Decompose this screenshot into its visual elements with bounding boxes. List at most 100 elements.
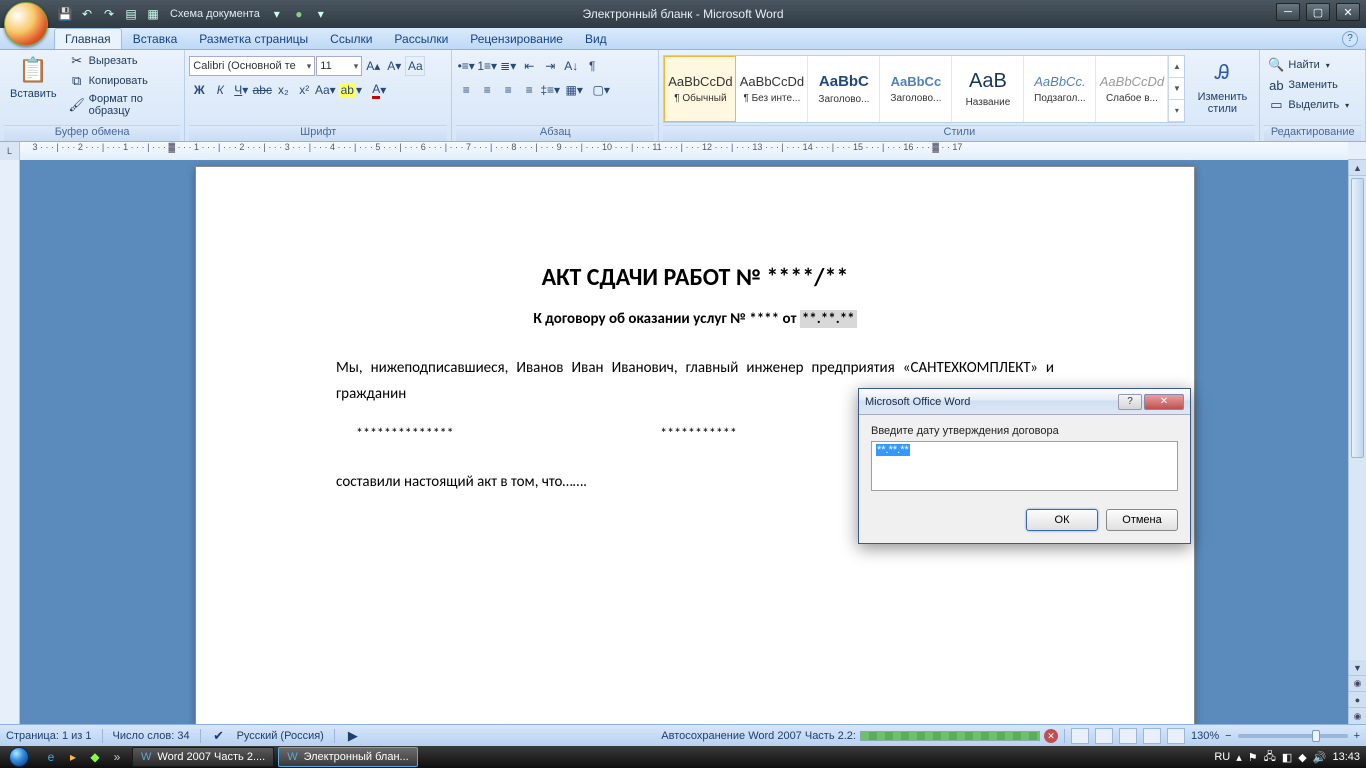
tray-volume-icon[interactable]: 🔊 <box>1313 751 1327 764</box>
autosave-cancel-icon[interactable]: ✕ <box>1044 729 1058 743</box>
taskbar-item[interactable]: WЭлектронный блан... <box>278 747 418 767</box>
style-subtle-emph[interactable]: AaBbCcDdСлабое в... <box>1096 56 1168 122</box>
tray-flag-icon[interactable]: ⚑ <box>1248 751 1258 764</box>
tray-app-icon[interactable]: ◆ <box>1298 751 1306 764</box>
gallery-more-icon[interactable]: ▾ <box>1169 100 1184 122</box>
scroll-up-icon[interactable]: ▲ <box>1169 56 1184 78</box>
view-print-layout-button[interactable] <box>1071 728 1089 744</box>
maximize-button[interactable]: ▢ <box>1306 3 1330 21</box>
close-button[interactable]: ✕ <box>1336 3 1360 21</box>
macro-icon[interactable]: ▶ <box>345 728 361 744</box>
show-marks-button[interactable]: ¶ <box>582 56 602 76</box>
scroll-thumb[interactable] <box>1351 178 1364 458</box>
paste-button[interactable]: 📋 Вставить <box>4 52 63 102</box>
scrollbar-vertical[interactable]: ▲ ▼ ◉ ● ◉ <box>1348 160 1366 724</box>
ruler-corner[interactable]: L <box>0 142 20 160</box>
change-styles-button[interactable]: Ꭿ Изменить стили <box>1189 55 1255 117</box>
dec-indent-button[interactable]: ⇤ <box>519 56 539 76</box>
styles-gallery[interactable]: AaBbCcDd¶ Обычный AaBbCcDd¶ Без инте... … <box>663 55 1185 123</box>
change-case-button[interactable]: Aa▾ <box>315 80 335 100</box>
dialog-close-button[interactable]: ✕ <box>1144 394 1184 410</box>
tray-show-hidden-icon[interactable]: ▴ <box>1236 751 1242 764</box>
select-button[interactable]: ▭Выделить▾ <box>1264 96 1353 114</box>
spell-check-icon[interactable]: ✔ <box>211 728 227 744</box>
next-page-icon[interactable]: ◉ <box>1349 708 1366 724</box>
tab-view[interactable]: Вид <box>574 28 618 49</box>
status-language[interactable]: Русский (Россия) <box>237 730 324 742</box>
style-subtitle[interactable]: AaBbCc.Подзагол... <box>1024 56 1096 122</box>
style-heading2[interactable]: AaBbCcЗаголово... <box>880 56 952 122</box>
tray-lang[interactable]: RU <box>1214 751 1230 763</box>
cancel-button[interactable]: Отмена <box>1106 509 1178 531</box>
zoom-knob[interactable] <box>1312 730 1320 742</box>
undo-icon[interactable]: ↶ <box>78 5 96 23</box>
superscript-button[interactable]: x² <box>294 80 314 100</box>
font-size-combo[interactable]: 11▾ <box>316 56 362 76</box>
ruler-vertical[interactable] <box>0 160 20 724</box>
zoom-in-button[interactable]: + <box>1354 730 1360 742</box>
tray-app-icon[interactable]: ◧ <box>1282 751 1292 764</box>
qat-orb-icon[interactable]: ● <box>290 5 308 23</box>
zoom-out-button[interactable]: − <box>1225 730 1231 742</box>
numbering-button[interactable]: 1≡▾ <box>477 56 497 76</box>
tab-mailings[interactable]: Рассылки <box>383 28 459 49</box>
zoom-slider[interactable] <box>1238 734 1348 738</box>
scroll-up-icon[interactable]: ▲ <box>1349 160 1366 176</box>
ok-button[interactable]: ОК <box>1026 509 1098 531</box>
tab-insert[interactable]: Вставка <box>122 28 189 49</box>
style-normal[interactable]: AaBbCcDd¶ Обычный <box>664 56 736 122</box>
shrink-font-button[interactable]: A▾ <box>384 56 404 76</box>
minimize-button[interactable]: ─ <box>1276 3 1300 21</box>
justify-button[interactable]: ≡ <box>519 80 539 100</box>
highlight-button[interactable]: ab▾ <box>336 80 364 100</box>
qat-icon[interactable]: ▤ <box>122 5 140 23</box>
qat-icon[interactable]: ▦ <box>144 5 162 23</box>
view-web-button[interactable] <box>1119 728 1137 744</box>
dialog-help-button[interactable]: ? <box>1118 394 1142 410</box>
grow-font-button[interactable]: A▴ <box>363 56 383 76</box>
align-left-button[interactable]: ≡ <box>456 80 476 100</box>
help-button[interactable]: ? <box>1342 31 1358 47</box>
chevron-down-icon[interactable]: ▾ <box>312 5 330 23</box>
view-full-screen-button[interactable] <box>1095 728 1113 744</box>
chevron-right-icon[interactable]: » <box>108 748 126 766</box>
tab-review[interactable]: Рецензирование <box>459 28 574 49</box>
inc-indent-button[interactable]: ⇥ <box>540 56 560 76</box>
style-heading1[interactable]: AaBbCЗаголово... <box>808 56 880 122</box>
tab-references[interactable]: Ссылки <box>319 28 383 49</box>
scroll-down-icon[interactable]: ▼ <box>1169 78 1184 100</box>
chevron-down-icon[interactable]: ▾ <box>268 5 286 23</box>
pinned-player-icon[interactable]: ▸ <box>64 748 82 766</box>
align-right-button[interactable]: ≡ <box>498 80 518 100</box>
clear-format-button[interactable]: Aa <box>405 56 425 76</box>
date-field-highlight[interactable]: **.**.** <box>800 310 857 328</box>
view-draft-button[interactable] <box>1167 728 1185 744</box>
strike-button[interactable]: abc <box>252 80 272 100</box>
replace-button[interactable]: abЗаменить <box>1264 76 1353 94</box>
browse-object-icon[interactable]: ● <box>1349 692 1366 708</box>
font-name-combo[interactable]: Calibri (Основной те▾ <box>189 56 315 76</box>
bold-button[interactable]: Ж <box>189 80 209 100</box>
subscript-button[interactable]: x₂ <box>273 80 293 100</box>
pinned-ie-icon[interactable]: e <box>42 748 60 766</box>
ruler-horizontal[interactable]: L 3 · · · | · · · 2 · · · | · · · 1 · · … <box>0 142 1366 160</box>
underline-button[interactable]: Ч▾ <box>231 80 251 100</box>
start-button[interactable] <box>0 746 38 768</box>
taskbar-item[interactable]: WWord 2007 Часть 2.... <box>132 747 274 767</box>
sort-button[interactable]: A↓ <box>561 56 581 76</box>
scroll-down-icon[interactable]: ▼ <box>1349 660 1366 676</box>
style-no-spacing[interactable]: AaBbCcDd¶ Без инте... <box>736 56 808 122</box>
zoom-level[interactable]: 130% <box>1191 730 1219 742</box>
align-center-button[interactable]: ≡ <box>477 80 497 100</box>
tray-clock[interactable]: 13:43 <box>1332 751 1360 763</box>
save-icon[interactable]: 💾 <box>56 5 74 23</box>
dialog-titlebar[interactable]: Microsoft Office Word ? ✕ <box>859 389 1190 415</box>
status-page[interactable]: Страница: 1 из 1 <box>6 730 92 742</box>
font-color-button[interactable]: A▾ <box>365 80 393 100</box>
prev-page-icon[interactable]: ◉ <box>1349 676 1366 692</box>
office-button[interactable] <box>4 2 48 46</box>
cut-button[interactable]: ✂Вырезать <box>65 52 181 70</box>
format-painter-button[interactable]: 🖌Формат по образцу <box>65 92 181 118</box>
gallery-scroll[interactable]: ▲▼▾ <box>1168 56 1184 122</box>
qat-label[interactable]: Схема документа <box>166 8 264 20</box>
